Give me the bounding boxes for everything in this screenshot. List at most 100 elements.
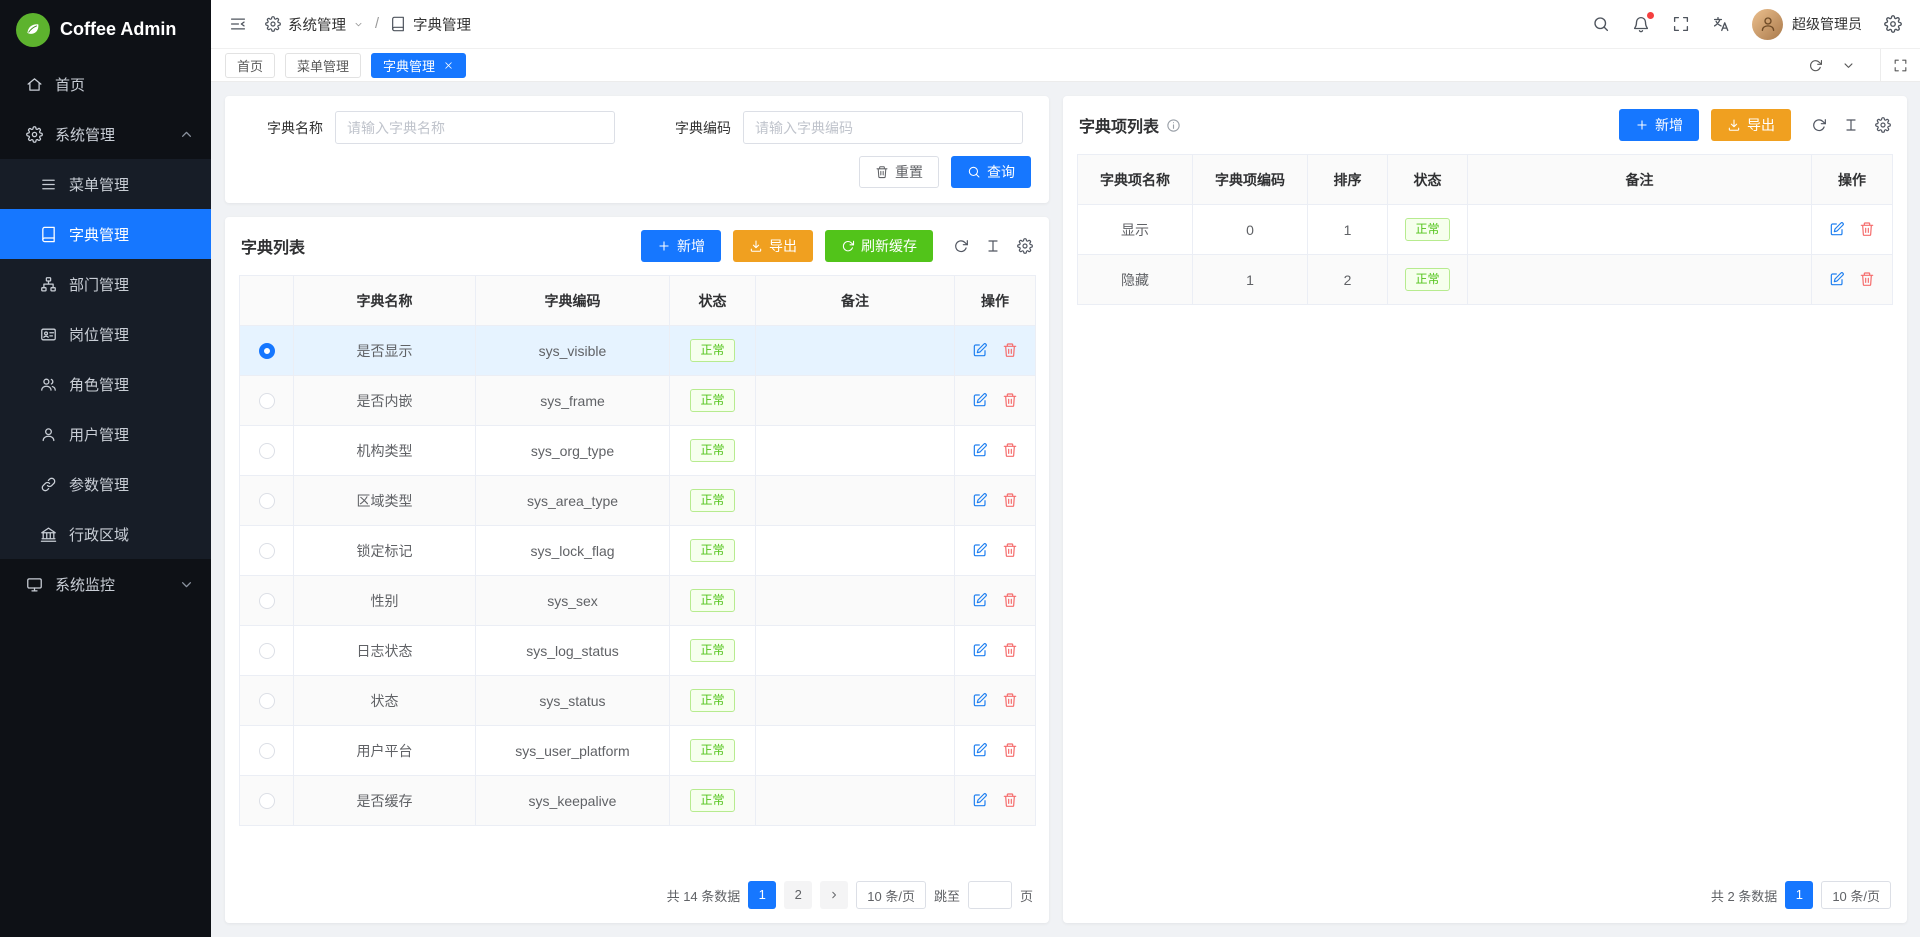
gear-icon[interactable] — [1017, 238, 1033, 254]
tab-home[interactable]: 首页 — [225, 53, 275, 78]
edit-icon[interactable] — [972, 692, 988, 708]
row-radio[interactable] — [259, 793, 275, 809]
refresh-cache-button[interactable]: 刷新缓存 — [825, 230, 933, 262]
delete-icon[interactable] — [1859, 221, 1875, 237]
export-button[interactable]: 导出 — [733, 230, 813, 262]
sidebar-item-role-management[interactable]: 角色管理 — [0, 359, 211, 409]
delete-icon[interactable] — [1002, 492, 1018, 508]
settings-icon[interactable] — [1884, 15, 1902, 33]
edit-icon[interactable] — [972, 742, 988, 758]
delete-icon[interactable] — [1002, 742, 1018, 758]
dict-code-input[interactable] — [743, 111, 1023, 144]
sidebar-item-system-monitor[interactable]: 系统监控 — [0, 559, 211, 609]
sidebar-item-admin-region[interactable]: 行政区域 — [0, 509, 211, 559]
sidebar-item-user-management[interactable]: 用户管理 — [0, 409, 211, 459]
table-row[interactable]: 性别 sys_sex 正常 — [240, 576, 1036, 626]
dict-name-cell: 状态 — [294, 676, 476, 726]
sidebar-item-param-management[interactable]: 参数管理 — [0, 459, 211, 509]
row-radio[interactable] — [259, 393, 275, 409]
page-button-2[interactable]: 2 — [784, 881, 812, 909]
edit-icon[interactable] — [972, 492, 988, 508]
edit-icon[interactable] — [1829, 271, 1845, 287]
export-button[interactable]: 导出 — [1711, 109, 1791, 141]
chevron-down-icon[interactable] — [1841, 58, 1856, 73]
breadcrumb-item-system[interactable]: 系统管理 — [265, 14, 364, 35]
column-height-icon[interactable] — [1843, 117, 1859, 133]
row-radio[interactable] — [259, 693, 275, 709]
row-radio[interactable] — [259, 743, 275, 759]
search-icon[interactable] — [1592, 15, 1610, 33]
add-button[interactable]: 新增 — [641, 230, 721, 262]
delete-icon[interactable] — [1002, 592, 1018, 608]
jump-page-input[interactable] — [968, 881, 1012, 909]
edit-icon[interactable] — [1829, 221, 1845, 237]
next-page-button[interactable] — [820, 881, 848, 909]
table-row[interactable]: 是否显示 sys_visible 正常 — [240, 326, 1036, 376]
sidebar-item-label: 岗位管理 — [69, 324, 195, 345]
edit-icon[interactable] — [972, 442, 988, 458]
column-height-icon[interactable] — [985, 238, 1001, 254]
user-menu[interactable]: 超级管理员 — [1752, 9, 1862, 40]
delete-icon[interactable] — [1002, 692, 1018, 708]
refresh-icon[interactable] — [953, 238, 969, 254]
table-row[interactable]: 显示 0 1 正常 — [1078, 205, 1893, 255]
sidebar-item-dept-management[interactable]: 部门管理 — [0, 259, 211, 309]
edit-icon[interactable] — [972, 342, 988, 358]
add-button[interactable]: 新增 — [1619, 109, 1699, 141]
tab-menu-management[interactable]: 菜单管理 — [285, 53, 361, 78]
delete-icon[interactable] — [1002, 792, 1018, 808]
sidebar-item-home[interactable]: 首页 — [0, 59, 211, 109]
edit-icon[interactable] — [972, 592, 988, 608]
table-row[interactable]: 日志状态 sys_log_status 正常 — [240, 626, 1036, 676]
row-radio[interactable] — [259, 643, 275, 659]
dict-name-input[interactable] — [335, 111, 615, 144]
delete-icon[interactable] — [1859, 271, 1875, 287]
sidebar-item-system-management[interactable]: 系统管理 — [0, 109, 211, 159]
delete-icon[interactable] — [1002, 342, 1018, 358]
close-icon[interactable] — [443, 60, 454, 71]
table-row[interactable]: 是否缓存 sys_keepalive 正常 — [240, 776, 1036, 826]
table-row[interactable]: 机构类型 sys_org_type 正常 — [240, 426, 1036, 476]
row-radio[interactable] — [259, 493, 275, 509]
delete-icon[interactable] — [1002, 392, 1018, 408]
table-row[interactable]: 是否内嵌 sys_frame 正常 — [240, 376, 1036, 426]
content-fullscreen-toggle[interactable] — [1880, 49, 1920, 82]
remark-cell — [756, 576, 955, 626]
delete-icon[interactable] — [1002, 442, 1018, 458]
sidebar-item-dict-management[interactable]: 字典管理 — [0, 209, 211, 259]
translate-icon[interactable] — [1712, 15, 1730, 33]
table-row[interactable]: 隐藏 1 2 正常 — [1078, 255, 1893, 305]
sidebar-item-menu-management[interactable]: 菜单管理 — [0, 159, 211, 209]
tab-dict-management[interactable]: 字典管理 — [371, 53, 466, 78]
breadcrumb-item-dict[interactable]: 字典管理 — [390, 14, 471, 35]
sidebar-item-post-management[interactable]: 岗位管理 — [0, 309, 211, 359]
fullscreen-icon[interactable] — [1672, 15, 1690, 33]
page-button-1[interactable]: 1 — [748, 881, 776, 909]
row-radio-checked[interactable] — [259, 343, 275, 359]
edit-icon[interactable] — [972, 792, 988, 808]
info-icon[interactable] — [1166, 118, 1181, 133]
row-radio[interactable] — [259, 593, 275, 609]
row-radio[interactable] — [259, 543, 275, 559]
row-radio[interactable] — [259, 443, 275, 459]
delete-icon[interactable] — [1002, 642, 1018, 658]
gear-icon[interactable] — [1875, 117, 1891, 133]
edit-icon[interactable] — [972, 642, 988, 658]
notification-bell[interactable] — [1632, 15, 1650, 33]
page-size-select[interactable]: 10 条/页 — [1821, 881, 1891, 909]
dict-code-cell: sys_frame — [476, 376, 670, 426]
delete-icon[interactable] — [1002, 542, 1018, 558]
table-row[interactable]: 锁定标记 sys_lock_flag 正常 — [240, 526, 1036, 576]
table-row[interactable]: 状态 sys_status 正常 — [240, 676, 1036, 726]
refresh-icon[interactable] — [1811, 117, 1827, 133]
menu-fold-icon[interactable] — [229, 15, 247, 33]
reset-button[interactable]: 重置 — [859, 156, 939, 188]
refresh-icon[interactable] — [1808, 58, 1823, 73]
query-button[interactable]: 查询 — [951, 156, 1031, 188]
edit-icon[interactable] — [972, 542, 988, 558]
table-row[interactable]: 区域类型 sys_area_type 正常 — [240, 476, 1036, 526]
page-button-1[interactable]: 1 — [1785, 881, 1813, 909]
edit-icon[interactable] — [972, 392, 988, 408]
table-row[interactable]: 用户平台 sys_user_platform 正常 — [240, 726, 1036, 776]
page-size-select[interactable]: 10 条/页 — [856, 881, 926, 909]
